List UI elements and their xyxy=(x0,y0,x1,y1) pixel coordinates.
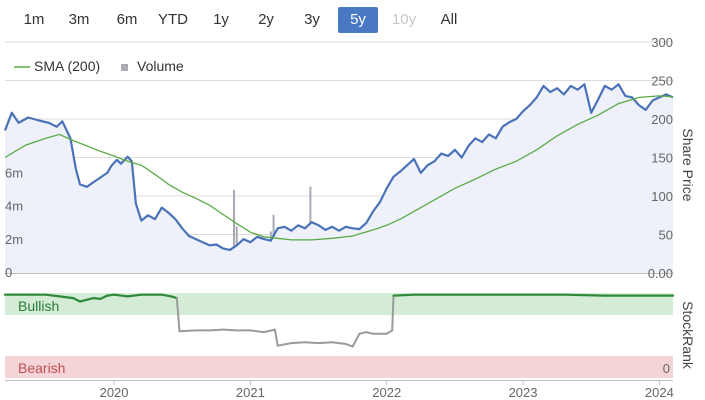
x-label-2022: 2022 xyxy=(372,385,401,400)
stockrank-segment-41 xyxy=(562,293,606,297)
price-tick-100: 100 xyxy=(651,189,673,204)
bearish-label: Bearish xyxy=(18,360,65,376)
stockrank-panel: Bullish Bearish 0 StockRank xyxy=(3,293,696,378)
price-tick-300: 300 xyxy=(651,35,673,50)
stockrank-segment-31 xyxy=(358,331,368,335)
x-axis: 2020 2021 2022 2023 2024 xyxy=(5,380,674,400)
stockrank-segment-18 xyxy=(208,328,225,332)
volume-tick-6m: 6m xyxy=(5,165,23,180)
stockrank-segment-30 xyxy=(351,332,361,348)
stockrank-segment-25 xyxy=(290,341,306,345)
volume-legend-label: Volume xyxy=(137,58,184,74)
x-label-2021: 2021 xyxy=(236,385,265,400)
stockrank-segment-16 xyxy=(178,329,197,333)
stockrank-segment-28 xyxy=(331,341,347,345)
volume-tick-2m: 2m xyxy=(5,232,23,247)
sma-legend-label: SMA (200) xyxy=(34,58,100,74)
volume-tick-0: 0 xyxy=(5,265,12,280)
bearish-band xyxy=(5,356,673,378)
legend: SMA (200) Volume xyxy=(14,58,184,74)
bullish-label: Bullish xyxy=(18,298,59,314)
stockrank-axis-title: StockRank xyxy=(680,301,696,370)
price-axis-title: Share Price xyxy=(680,128,696,201)
stockrank-segment-22 xyxy=(263,328,276,334)
stockrank-segment-19 xyxy=(222,328,238,332)
x-label-2020: 2020 xyxy=(100,385,129,400)
stockrank-segment-29 xyxy=(344,343,354,348)
stockrank-segment-35 xyxy=(391,294,395,332)
volume-tick-4m: 4m xyxy=(5,199,23,214)
price-area xyxy=(5,84,673,273)
stockrank-segment-32 xyxy=(365,331,375,335)
price-tick-250: 250 xyxy=(651,74,673,89)
stockrank-segment-23 xyxy=(273,328,279,347)
stock-chart: 300 250 200 150 100 50 0.00 Share Price 6m 4m 2m 0… xyxy=(3,35,696,400)
stockrank-segment-24 xyxy=(276,342,293,347)
price-tick-0-00: 0.00 xyxy=(648,266,673,281)
stockrank-segment-36 xyxy=(392,293,416,297)
x-label-2024: 2024 xyxy=(645,385,674,400)
price-tick-50: 50 xyxy=(659,228,673,243)
price-tick-200: 200 xyxy=(651,112,673,127)
price-tick-150: 150 xyxy=(651,151,673,166)
stockrank-segment-21 xyxy=(249,329,265,334)
price-series xyxy=(3,83,674,273)
volume-legend-swatch xyxy=(121,64,128,71)
stockrank-min-label: 0 xyxy=(663,361,670,376)
stockrank-segment-26 xyxy=(303,341,320,345)
x-label-2023: 2023 xyxy=(509,385,538,400)
stockrank-segment-27 xyxy=(317,341,334,345)
